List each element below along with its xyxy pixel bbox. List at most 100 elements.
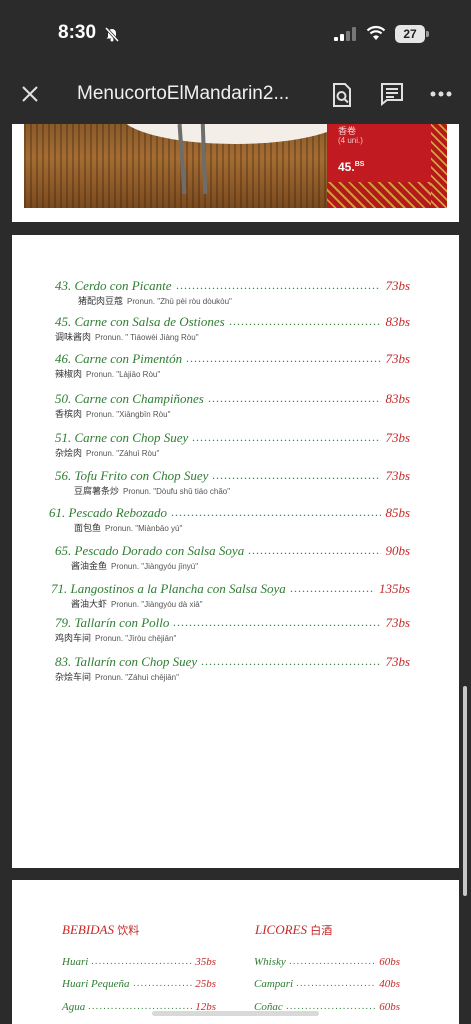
dish-price: 73bs <box>385 278 410 293</box>
dish-price: 73bs <box>385 615 410 630</box>
more-options-icon[interactable] <box>428 84 454 104</box>
menu-item: 46. Carne con Pimentón..................… <box>12 351 459 385</box>
dish-pronunciation: Pronun. " Tiáowèi Jiàng Ròu" <box>95 333 199 342</box>
drink-name: Agua <box>62 1001 86 1013</box>
dish-pronunciation-line: 杂烩肉 Pronun. "Záhuì Ròu" <box>55 446 159 459</box>
dish-pronunciation-line: 鸡肉车间 Pronun. "Jīròu chējiān" <box>55 631 176 644</box>
dish-price: 73bs <box>385 468 410 483</box>
dish-pronunciation: Pronun. "Dòufu shǔ tiáo chǎo" <box>123 487 231 496</box>
dish-name: 65. Pescado Dorado con Salsa Soya <box>55 543 245 558</box>
dish-name: 61. Pescado Rebozado <box>49 505 168 520</box>
dish-pronunciation-line: 豆腐薯条炒 Pronun. "Dòufu shǔ tiáo chǎo" <box>74 484 230 497</box>
food-photo: 香卷 (4 uni.) 45.BS <box>24 124 447 208</box>
pdf-page-drinks: BEBIDAS 饮料 LICORES 白酒 Huari.............… <box>12 880 459 1024</box>
dish-chinese-name: 杂烩肉 <box>55 448 83 458</box>
drink-item: Whisky..................................… <box>254 956 400 972</box>
dish-name: 45. Carne con Salsa de Ostiones <box>55 314 225 329</box>
dish-chinese-name: 杂烩车间 <box>55 672 92 682</box>
dish-pronunciation-line: 酱油金鱼 Pronun. "Jiàngyóu jīnyú" <box>71 559 198 572</box>
comment-icon[interactable] <box>380 82 404 106</box>
dish-chinese-name: 鸡肉车间 <box>55 633 92 643</box>
viewer-toolbar: MenucortoElMandarin2... <box>0 66 471 124</box>
menu-item: 83. Tallarín con Chop Suey..............… <box>12 654 459 688</box>
dot-leader: ........................................… <box>212 468 381 482</box>
dish-pronunciation: Pronun. "Záhuì chējiān" <box>95 673 179 682</box>
dot-leader: ........................................… <box>176 278 381 292</box>
menu-item: 51. Carne con Chop Suey.................… <box>12 430 459 464</box>
dish-name: 56. Tofu Frito con Chop Suey <box>55 468 209 483</box>
dot-leader: ........................................… <box>173 615 381 629</box>
dish-name: 46. Carne con Pimentón <box>55 351 183 366</box>
dish-chinese-name: 香槟肉 <box>55 409 83 419</box>
pdf-page-menu: 43. Cerdo con Picante...................… <box>12 235 459 868</box>
dish-price: 135bs <box>378 581 410 596</box>
promo-price: 45.BS <box>338 160 365 174</box>
menu-item: 61. Pescado Rebozado....................… <box>12 505 459 539</box>
dish-price: 90bs <box>385 543 410 558</box>
dot-leader: ........................................… <box>201 654 381 668</box>
drink-name: Campari <box>254 978 294 990</box>
battery-level: 27 <box>395 25 425 43</box>
drink-price: 40bs <box>379 978 400 990</box>
battery-icon: 27 <box>395 25 429 43</box>
scrollbar[interactable] <box>463 686 467 896</box>
dot-leader: ........................................… <box>290 581 375 595</box>
dish-pronunciation: Pronun. "Jīròu chējiān" <box>95 634 177 643</box>
dish-price: 73bs <box>385 430 410 445</box>
dot-leader: ........................................… <box>91 956 192 967</box>
drink-name: Huari <box>62 956 89 968</box>
menu-item: 43. Cerdo con Picante...................… <box>12 278 459 312</box>
dish-chinese-name: 面包鱼 <box>74 523 102 533</box>
dish-pronunciation-line: 香槟肉 Pronun. "Xiāngbīn Ròu" <box>55 407 170 420</box>
dish-chinese-name: 豆腐薯条炒 <box>74 486 120 496</box>
dish-chinese-name: 辣椒肉 <box>55 369 83 379</box>
status-bar: 8:30 27 <box>0 0 471 66</box>
dot-leader: ........................................… <box>229 314 381 328</box>
section-title-bebidas: BEBIDAS 饮料 <box>62 922 140 937</box>
dish-name: 50. Carne con Champiñones <box>55 391 204 406</box>
document-title: MenucortoElMandarin2... <box>77 83 290 104</box>
wifi-icon <box>366 25 386 40</box>
home-indicator[interactable] <box>152 1011 319 1016</box>
close-button[interactable] <box>18 82 42 106</box>
dish-pronunciation: Pronun. "Miànbāo yú" <box>105 524 183 533</box>
dish-pronunciation-line: 猪配肉豆蔻 Pronun. "Zhū pèi ròu dòukòu" <box>78 294 232 307</box>
dot-leader: ........................................… <box>192 430 381 444</box>
dish-chinese-name: 酱油金鱼 <box>71 561 108 571</box>
dish-pronunciation-line: 杂烩车间 Pronun. "Záhuì chējiān" <box>55 670 179 683</box>
document-viewer[interactable]: 香卷 (4 uni.) 45.BS 43. Cerdo con Picante.… <box>0 124 471 1024</box>
dish-name: 83. Tallarín con Chop Suey <box>55 654 198 669</box>
drink-price: 60bs <box>379 956 400 968</box>
dot-leader: ........................................… <box>296 978 376 989</box>
dish-price: 83bs <box>385 314 410 329</box>
dish-pronunciation: Pronun. "Zhū pèi ròu dòukòu" <box>127 297 232 306</box>
dish-pronunciation: Pronun. "Xiāngbīn Ròu" <box>86 410 171 419</box>
drink-price: 25bs <box>195 978 216 990</box>
drink-price: 35bs <box>195 956 216 968</box>
status-time: 8:30 <box>58 22 97 43</box>
drink-item: Huari...................................… <box>62 956 216 972</box>
dot-leader: ........................................… <box>186 351 381 365</box>
dish-pronunciation-line: 面包鱼 Pronun. "Miànbāo yú" <box>74 521 182 534</box>
dish-name: 43. Cerdo con Picante <box>55 278 172 293</box>
drink-name: Huari Pequeña <box>62 978 130 990</box>
dish-name: 71. Langostinos a la Plancha con Salsa S… <box>51 581 286 596</box>
dish-price: 73bs <box>385 654 410 669</box>
dish-price: 73bs <box>385 351 410 366</box>
dish-pronunciation: Pronun. "Làjiāo Ròu" <box>86 370 161 379</box>
promo-quantity: (4 uni.) <box>338 136 363 145</box>
dish-pronunciation-line: 辣椒肉 Pronun. "Làjiāo Ròu" <box>55 367 160 380</box>
menu-item: 50. Carne con Champiñones...............… <box>12 391 459 425</box>
search-document-icon[interactable] <box>330 82 354 108</box>
dish-pronunciation: Pronun. "Záhuì Ròu" <box>86 449 160 458</box>
menu-item: 79. Tallarín con Pollo..................… <box>12 615 459 649</box>
drink-item: Campari.................................… <box>254 978 400 994</box>
menu-item: 45. Carne con Salsa de Ostiones.........… <box>12 314 459 348</box>
dish-chinese-name: 调味酱肉 <box>55 332 92 342</box>
drink-name: Whisky <box>254 956 286 968</box>
dot-leader: ........................................… <box>248 543 381 557</box>
pdf-page-previous: 香卷 (4 uni.) 45.BS <box>12 124 459 222</box>
dish-pronunciation: Pronun. "Jiàngyóu dà xiā" <box>111 600 203 609</box>
menu-item: 71. Langostinos a la Plancha con Salsa S… <box>12 581 459 615</box>
dot-leader: ........................................… <box>171 505 381 519</box>
